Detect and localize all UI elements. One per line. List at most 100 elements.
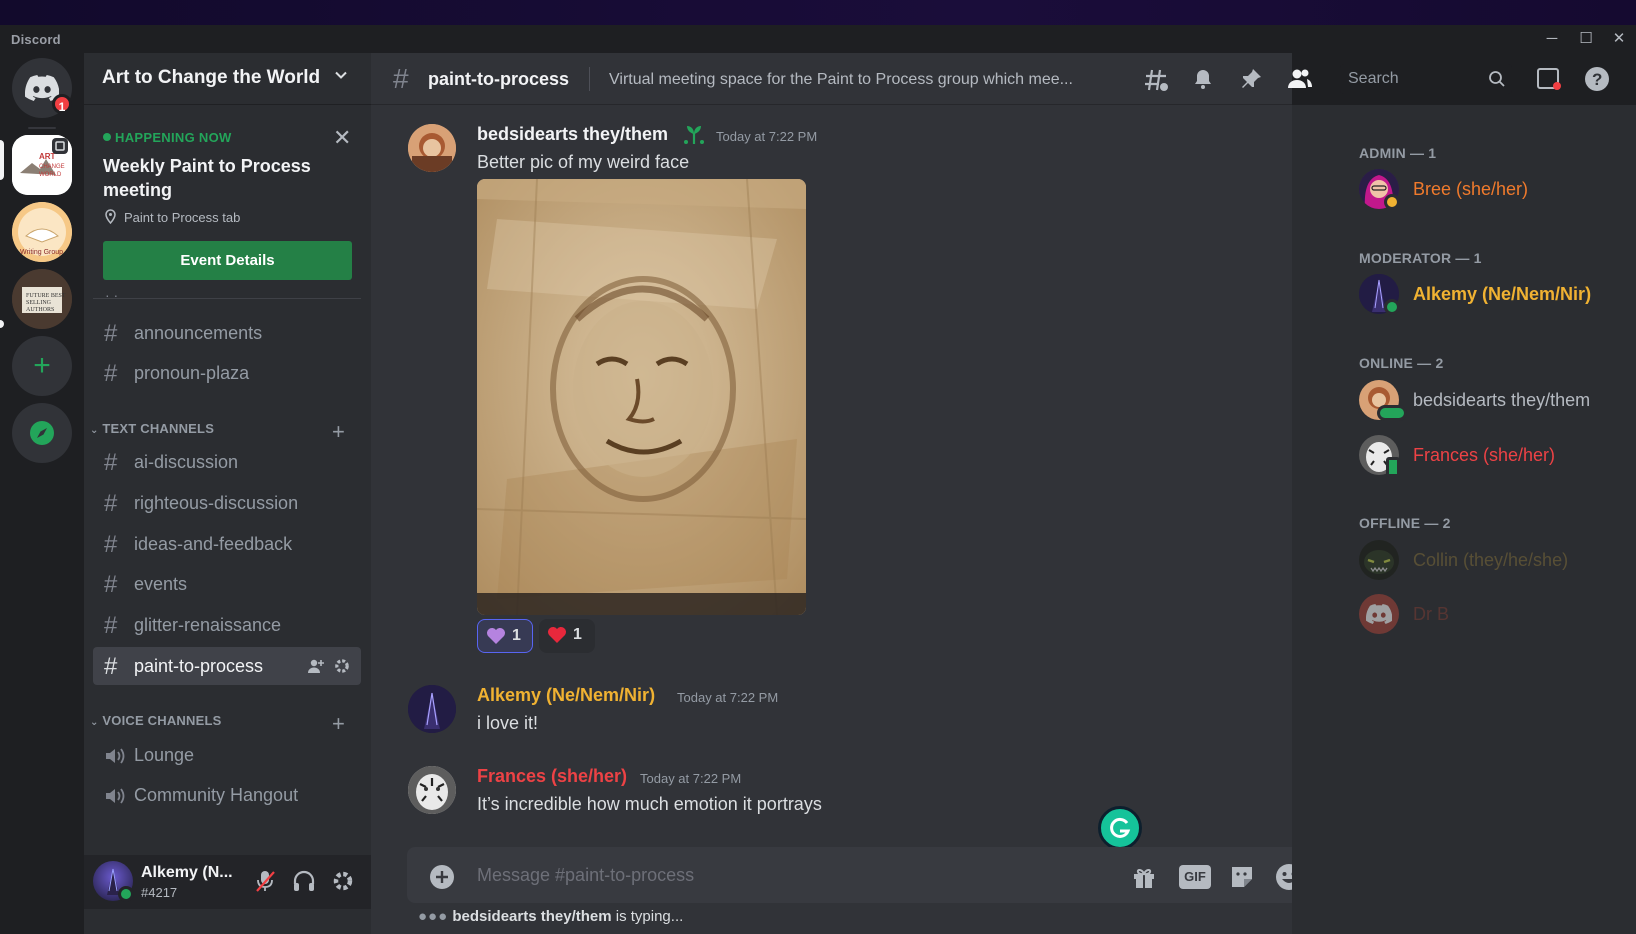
search-input[interactable]: Search <box>1340 64 1512 94</box>
purple-heart-icon <box>486 627 506 650</box>
create-voice-channel-button[interactable]: + <box>332 713 345 735</box>
bell-icon[interactable] <box>1191 67 1215 96</box>
typing-suffix: is typing... <box>611 908 684 925</box>
hash-icon: # <box>104 449 118 476</box>
guild-header[interactable]: Art to Change the World <box>84 53 371 105</box>
message-author[interactable]: Frances (she/her) <box>477 766 627 787</box>
avatar[interactable] <box>408 685 456 733</box>
gear-icon[interactable] <box>333 657 351 680</box>
online-status-icon <box>1384 299 1400 315</box>
active-server-indicator <box>0 140 4 180</box>
create-text-channel-button[interactable]: + <box>332 421 345 443</box>
search-icon <box>1488 70 1506 93</box>
member-list-icon[interactable] <box>1287 67 1313 96</box>
discord-logo-icon <box>1366 604 1392 624</box>
help-icon[interactable]: ? <box>1584 66 1610 97</box>
channel-righteous-discussion[interactable]: # righteous-discussion <box>93 484 361 522</box>
chevron-down-icon: ⌄ <box>90 425 99 436</box>
headphones-icon[interactable] <box>292 869 316 898</box>
avatar[interactable] <box>408 766 456 814</box>
thread-hash-icon: # <box>104 653 118 680</box>
member-name: Frances (she/her) <box>1413 445 1556 465</box>
plus-icon: + <box>33 349 51 382</box>
event-details-button[interactable]: Event Details <box>103 241 352 280</box>
message-text: i love it! <box>477 713 539 733</box>
minimize-button[interactable]: ─ <box>1535 27 1569 51</box>
inbox-icon[interactable] <box>1536 67 1562 96</box>
member-name: Alkemy (Ne/Nem/Nir) <box>1413 284 1592 304</box>
avatar <box>1359 540 1399 580</box>
invite-icon[interactable] <box>307 657 325 680</box>
svg-text:AUTHORS: AUTHORS <box>26 307 54 313</box>
gift-icon[interactable] <box>1131 864 1157 895</box>
guild-name: Art to Change the World <box>102 67 321 88</box>
member-item[interactable]: Bree (she/her) <box>1359 169 1629 215</box>
member-name: bedsidearts they/them <box>1413 390 1591 410</box>
close-event-button[interactable]: ✕ <box>333 127 351 149</box>
role-sprout-icon <box>681 124 707 151</box>
add-server-button[interactable]: + <box>12 336 72 396</box>
message-image-attachment[interactable] <box>477 179 806 615</box>
server-icon: Writing Group <box>12 202 72 262</box>
member-item[interactable]: Collin (they/he/she) <box>1359 540 1629 586</box>
speaker-icon <box>104 786 126 811</box>
reaction-red-heart[interactable]: 1 <box>539 619 595 653</box>
channel-pronoun-plaza[interactable]: # pronoun-plaza <box>93 354 361 392</box>
server-writing-group[interactable]: Writing Group <box>12 202 72 262</box>
channel-ai-discussion[interactable]: # ai-discussion <box>93 443 361 481</box>
channel-label: Community Hangout <box>134 785 299 805</box>
member-item[interactable]: Alkemy (Ne/Nem/Nir) <box>1359 274 1629 320</box>
chevron-down-icon <box>334 68 348 87</box>
chevron-down-icon: ⌄ <box>90 717 99 728</box>
search-placeholder: Search <box>1348 70 1399 87</box>
channel-label: paint-to-process <box>134 656 264 676</box>
channel-topic[interactable]: Virtual meeting space for the Paint to P… <box>609 71 1073 89</box>
server-art-to-change-the-world[interactable]: ART CHANGE WORLD <box>12 135 72 195</box>
user-tag: #4217 <box>141 885 178 900</box>
mute-microphone-icon[interactable] <box>254 869 276 898</box>
maximize-button[interactable]: ☐ <box>1569 27 1603 51</box>
sticker-icon[interactable] <box>1229 864 1255 895</box>
channel-label: glitter-renaissance <box>134 615 282 635</box>
server-best-selling-authors[interactable]: FUTURE BEST SELLING AUTHORS <box>12 269 72 329</box>
avatar <box>1359 594 1399 634</box>
svg-text:?: ? <box>1592 70 1602 89</box>
member-item[interactable]: Frances (she/her) <box>1359 435 1629 481</box>
gif-button[interactable]: GIF <box>1179 865 1211 889</box>
message-author[interactable]: Alkemy (Ne/Nem/Nir) <box>477 685 655 706</box>
typing-user: bedsidearts they/them <box>452 908 612 925</box>
category-text-channels[interactable]: ⌄ TEXT CHANNELS <box>90 421 214 436</box>
compass-icon <box>30 421 54 445</box>
voice-channel-lounge[interactable]: Lounge <box>93 736 361 774</box>
explore-servers-button[interactable] <box>12 403 72 463</box>
pin-icon[interactable] <box>1239 67 1263 96</box>
avatar[interactable] <box>408 124 456 172</box>
member-item[interactable]: bedsidearts they/them <box>1359 380 1629 426</box>
speaker-icon <box>104 746 126 771</box>
channel-ideas-and-feedback[interactable]: # ideas-and-feedback <box>93 525 361 563</box>
voice-channel-community-hangout[interactable]: Community Hangout <box>93 776 361 814</box>
channel-glitter-renaissance[interactable]: # glitter-renaissance <box>93 606 361 644</box>
desktop-background <box>0 0 1636 25</box>
category-label: VOICE CHANNELS <box>102 713 222 728</box>
rail-divider <box>28 127 56 129</box>
user-settings-gear-icon[interactable] <box>331 869 355 898</box>
message-author[interactable]: bedsidearts they/them <box>477 124 668 145</box>
channel-events[interactable]: # events <box>93 565 361 603</box>
add-attachment-icon[interactable] <box>429 864 455 895</box>
channel-paint-to-process[interactable]: # paint-to-process <box>93 647 361 685</box>
live-dot-icon <box>103 133 111 141</box>
hash-icon: # <box>104 571 118 598</box>
grammarly-icon[interactable] <box>1098 806 1142 850</box>
member-group-label: OFFLINE — 2 <box>1359 515 1451 531</box>
header-divider <box>589 67 590 91</box>
category-voice-channels[interactable]: ⌄ VOICE CHANNELS <box>90 713 222 728</box>
thread-hash-icon: # <box>393 63 409 94</box>
threads-icon[interactable] <box>1143 67 1169 98</box>
close-window-button[interactable]: ✕ <box>1602 27 1636 51</box>
member-group-label: MODERATOR — 1 <box>1359 250 1482 266</box>
channel-announcements[interactable]: # announcements <box>93 314 361 352</box>
svg-text:CHANGE: CHANGE <box>39 164 65 170</box>
reaction-purple-heart[interactable]: 1 <box>477 619 533 653</box>
member-item[interactable]: Dr B <box>1359 594 1629 640</box>
